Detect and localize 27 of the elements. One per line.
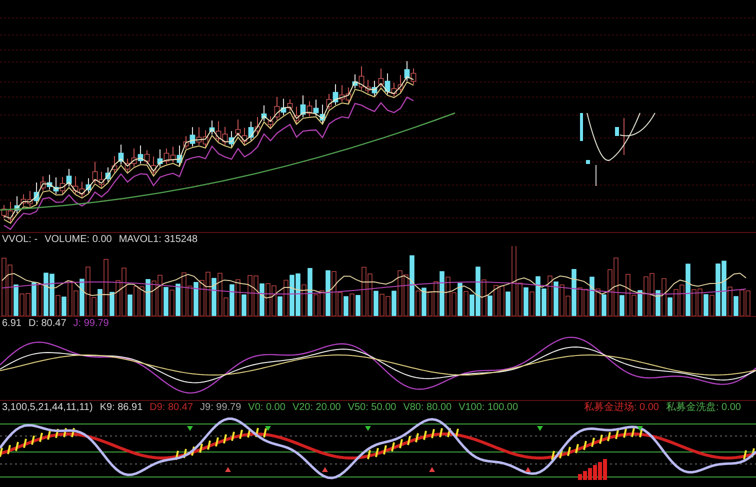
indicator-readout: V100: 100.00 — [458, 402, 518, 414]
up-arrow-icon — [322, 467, 328, 472]
down-arrow-icon — [365, 426, 371, 431]
down-arrow-icon — [637, 426, 643, 431]
bar-cluster-drawing — [578, 459, 607, 480]
indicator-readout: K9: 86.91 — [100, 402, 143, 414]
indicator-readout: V80: 80.00 — [403, 402, 452, 414]
down-arrow-icon — [187, 426, 193, 431]
indicator-readout: D9: 80.47 — [150, 402, 194, 414]
indicator-readout: V20: 20.00 — [292, 402, 341, 414]
indicator-readout: J9: 99.79 — [200, 402, 242, 414]
indicator-readout: V50: 50.00 — [348, 402, 396, 414]
indicator-readout: MAVOL1: 315248 — [118, 234, 198, 246]
indicator-readout: 3,100,5,21,44,11,11) — [2, 402, 93, 414]
indicator-readout: VVOL: - — [2, 234, 38, 246]
down-arrow-icon — [537, 426, 543, 431]
indicator-readout: J: 99.79 — [73, 318, 109, 330]
indicator-readout: V0: 0.00 — [248, 402, 286, 414]
indicator-readout: 6.91 — [2, 318, 22, 330]
indicator-readout: 私募金进场: 0.00 — [584, 402, 659, 414]
up-arrow-icon — [525, 467, 531, 472]
up-arrow-icon — [225, 467, 231, 472]
down-arrow-icon — [265, 426, 271, 431]
indicator-readout: 私募金洗盘: 0.00 — [666, 402, 741, 414]
indicator-readout: VOLUME: 0.00 — [44, 234, 112, 246]
indicator-readout: D: 80.47 — [28, 318, 66, 330]
up-arrow-icon — [429, 467, 435, 472]
